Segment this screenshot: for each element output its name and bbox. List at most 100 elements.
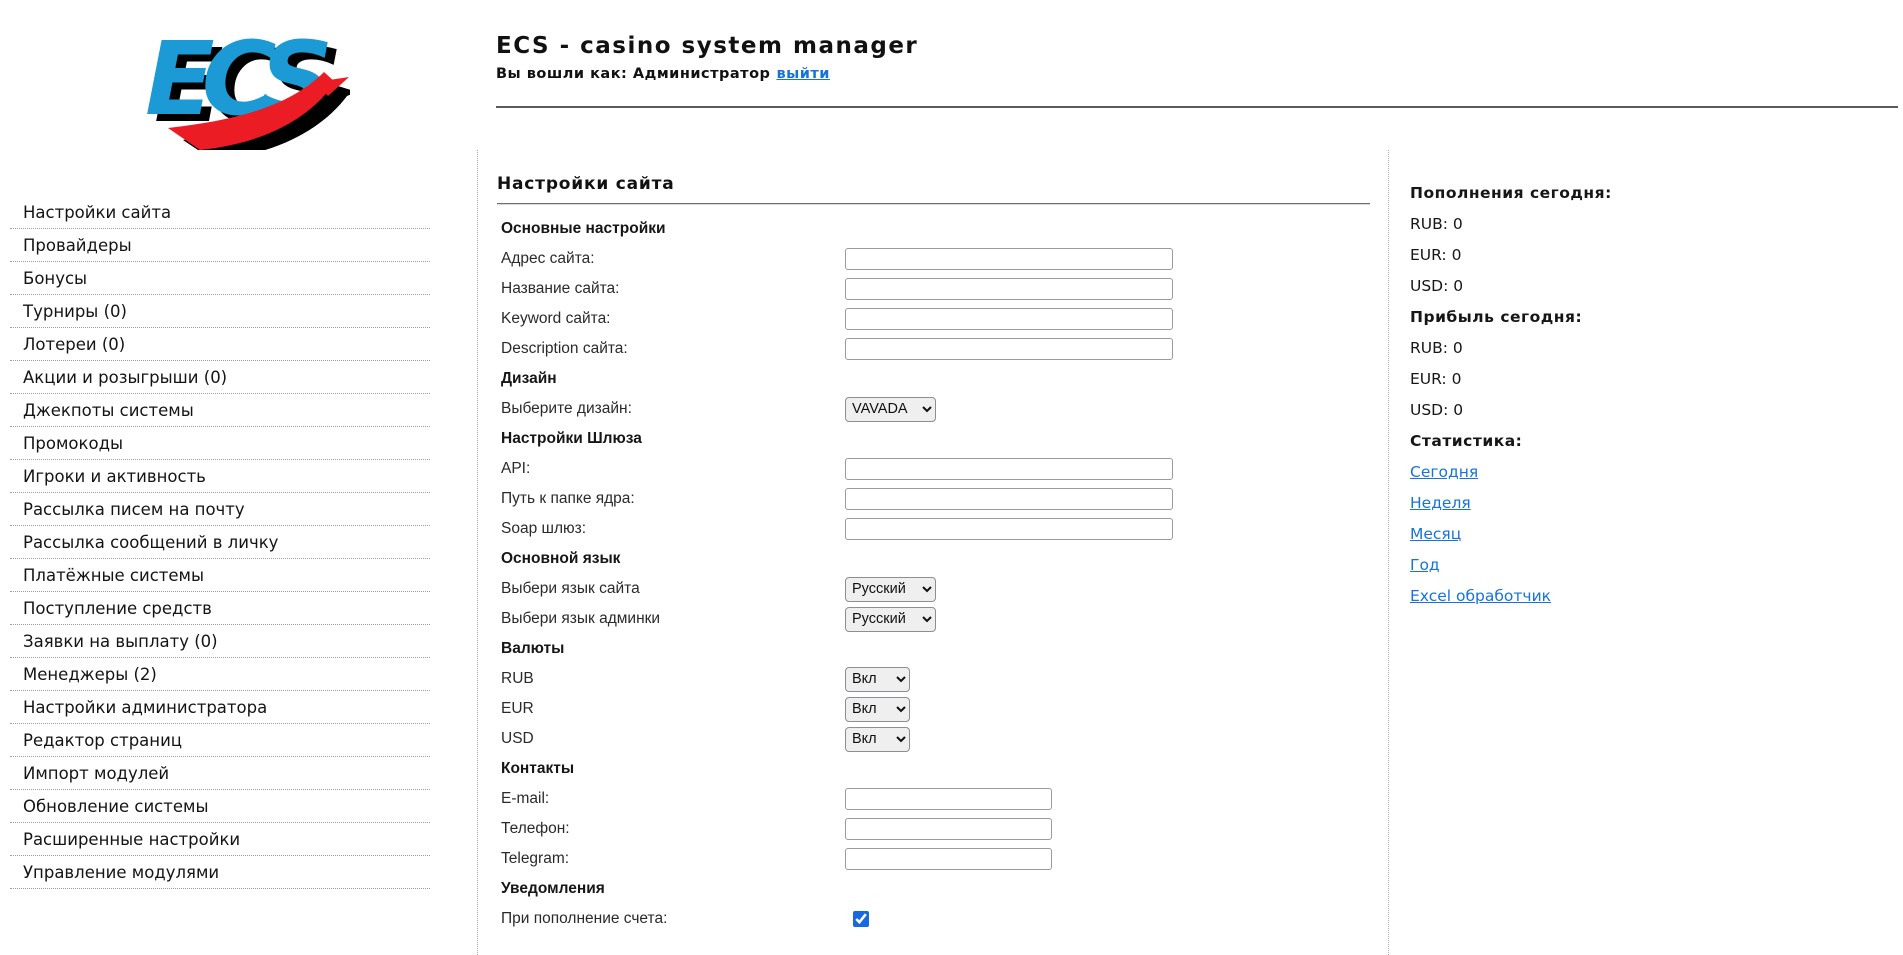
sidebar-item[interactable]: Обновление системы <box>10 790 430 823</box>
form-row: API: <box>497 454 1370 484</box>
form-section-heading: Контакты <box>501 760 575 777</box>
stats-value: RUB: 0 <box>1410 215 1463 233</box>
sidebar-item[interactable]: Промокоды <box>10 427 430 460</box>
stats-link[interactable]: Неделя <box>1410 494 1471 512</box>
form-row: RUB Вкл <box>497 664 1370 694</box>
field-label: Путь к папке ядра: <box>501 490 635 507</box>
site-address-input[interactable] <box>845 248 1173 270</box>
logout-link[interactable]: выйти <box>776 66 830 82</box>
sidebar-item[interactable]: Лотереи (0) <box>10 328 430 361</box>
stats-link-row: Неделя <box>1410 488 1710 519</box>
form-section-heading: Дизайн <box>501 370 557 387</box>
phone-input[interactable] <box>845 818 1052 840</box>
sidebar-item[interactable]: Расширенные настройки <box>10 823 430 856</box>
deposit-notification-checkbox[interactable] <box>853 911 869 927</box>
sidebar-item[interactable]: Менеджеры (2) <box>10 658 430 691</box>
field-label: RUB <box>501 670 534 687</box>
field-label: Выбери язык админки <box>501 610 661 627</box>
form-section-heading: Уведомления <box>501 880 605 897</box>
field-label: Название сайта: <box>501 280 620 297</box>
design-select[interactable]: VAVADA <box>845 396 936 422</box>
field-label: Keyword сайта: <box>501 310 611 327</box>
form-row: Телефон: <box>497 814 1370 844</box>
sidebar-item[interactable]: Игроки и активность <box>10 460 430 493</box>
stats-heading: Прибыль сегодня: <box>1410 308 1583 326</box>
form-section-heading: Основные настройки <box>501 220 666 237</box>
site-keyword-input[interactable] <box>845 308 1173 330</box>
form-row: Путь к папке ядра: <box>497 484 1370 514</box>
stats-value: EUR: 0 <box>1410 370 1462 388</box>
stats-lines: Пополнения сегодня: RUB: 0 EUR: 0 USD: 0… <box>1410 178 1710 612</box>
field-label: API: <box>501 460 531 477</box>
stats-value: USD: 0 <box>1410 401 1464 419</box>
sidebar-item[interactable]: Управление модулями <box>10 856 430 889</box>
field-label: Телефон: <box>501 820 570 837</box>
form-row: Keyword сайта: <box>497 304 1370 334</box>
sidebar-item[interactable]: Импорт модулей <box>10 757 430 790</box>
form-row: USD Вкл <box>497 724 1370 754</box>
sidebar-item[interactable]: Акции и розыгрыши (0) <box>10 361 430 394</box>
form-section-heading: Валюты <box>501 640 565 657</box>
field-label: Soap шлюз: <box>501 520 587 537</box>
stats-link-row: Год <box>1410 550 1710 581</box>
sidebar-item[interactable]: Платёжные системы <box>10 559 430 592</box>
form-row: Адрес сайта: <box>497 244 1370 274</box>
field-label: Telegram: <box>501 850 570 867</box>
stats-link[interactable]: Год <box>1410 556 1440 574</box>
site-name-input[interactable] <box>845 278 1173 300</box>
header-divider <box>496 106 1898 108</box>
page-title: ECS - casino system manager <box>496 33 919 59</box>
site-settings-panel: Настройки сайта Основные настройки Адрес… <box>497 150 1370 934</box>
ecs-logo: ECS ECS <box>138 20 357 160</box>
sidebar-item[interactable]: Провайдеры <box>10 229 430 262</box>
stats-link-row: Сегодня <box>1410 457 1710 488</box>
sidebar-item[interactable]: Настройки администратора <box>10 691 430 724</box>
field-label: Выберите дизайн: <box>501 400 632 417</box>
sidebar-item[interactable]: Джекпоты системы <box>10 394 430 427</box>
sidebar-item[interactable]: Турниры (0) <box>10 295 430 328</box>
api-input[interactable] <box>845 458 1173 480</box>
stats-value: USD: 0 <box>1410 277 1464 295</box>
rub-currency-select[interactable]: Вкл <box>845 666 910 692</box>
form-row: E-mail: <box>497 784 1370 814</box>
sidebar-item[interactable]: Бонусы <box>10 262 430 295</box>
field-label: E-mail: <box>501 790 550 807</box>
site-description-input[interactable] <box>845 338 1173 360</box>
core-folder-path-input[interactable] <box>845 488 1173 510</box>
sidebar-item[interactable]: Заявки на выплату (0) <box>10 625 430 658</box>
stats-link[interactable]: Excel обработчик <box>1410 587 1551 605</box>
stats-heading: Пополнения сегодня: <box>1410 184 1612 202</box>
form-row: Telegram: <box>497 844 1370 874</box>
main-stats-divider <box>1388 150 1389 955</box>
stats-value: EUR: 0 <box>1410 246 1462 264</box>
stats-heading: Статистика: <box>1410 432 1523 450</box>
sidebar-item[interactable]: Редактор страниц <box>10 724 430 757</box>
field-label: Description сайта: <box>501 340 628 357</box>
settings-form: Основные настройки Адрес сайта: Название… <box>497 214 1370 934</box>
sidebar-menu: Настройки сайта Провайдеры Бонусы Турнир… <box>10 196 430 889</box>
sidebar-item[interactable]: Рассылка сообщений в личку <box>10 526 430 559</box>
sidebar-item[interactable]: Рассылка писем на почту <box>10 493 430 526</box>
site-language-select[interactable]: Русский <box>845 576 936 602</box>
sidebar-nav: Настройки сайта Провайдеры Бонусы Турнир… <box>10 196 430 889</box>
sidebar-item[interactable]: Настройки сайта <box>10 196 430 229</box>
panel-title-divider <box>497 203 1370 205</box>
form-row: Выбери язык админки Русский <box>497 604 1370 634</box>
admin-language-select[interactable]: Русский <box>845 606 936 632</box>
stats-link[interactable]: Месяц <box>1410 525 1461 543</box>
eur-currency-select[interactable]: Вкл <box>845 696 910 722</box>
soap-gateway-input[interactable] <box>845 518 1173 540</box>
form-row: Выберите дизайн: VAVADA <box>497 394 1370 424</box>
sidebar-item[interactable]: Поступление средств <box>10 592 430 625</box>
form-row: При пополнение счета: <box>497 904 1370 934</box>
sidebar-main-divider <box>477 150 478 955</box>
stats-link[interactable]: Сегодня <box>1410 463 1478 481</box>
ecs-logo-graphic: ECS ECS <box>145 20 357 160</box>
form-row: EUR Вкл <box>497 694 1370 724</box>
panel-title: Настройки сайта <box>497 174 675 194</box>
stats-link-row: Месяц <box>1410 519 1710 550</box>
usd-currency-select[interactable]: Вкл <box>845 726 910 752</box>
stats-link-row: Excel обработчик <box>1410 581 1710 612</box>
telegram-input[interactable] <box>845 848 1052 870</box>
email-input[interactable] <box>845 788 1052 810</box>
